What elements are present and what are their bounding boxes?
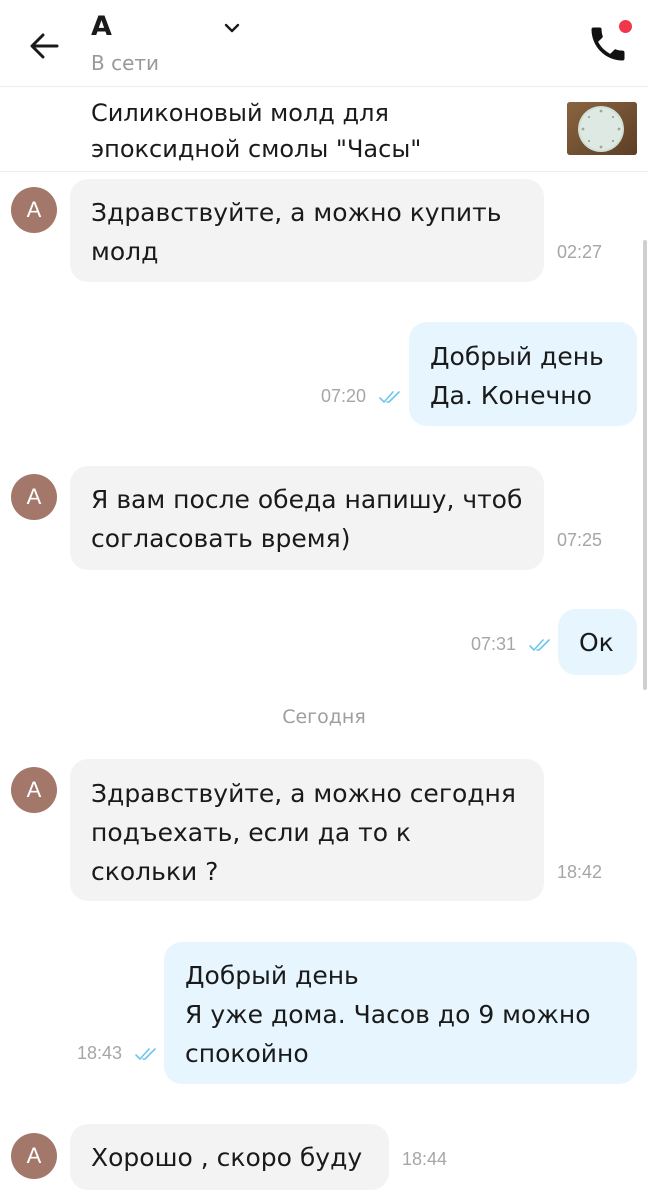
message-text: Здравствуйте, а можно сегодня подъехать,… xyxy=(91,779,516,886)
read-ticks-icon xyxy=(529,639,550,651)
sender-avatar[interactable]: А xyxy=(11,187,57,233)
listing-banner[interactable]: Силиконовый молд для эпоксидной смолы "Ч… xyxy=(0,87,648,172)
message-time: 18:44 xyxy=(402,1149,448,1169)
sender-avatar[interactable]: А xyxy=(11,474,57,520)
message-time: 07:31 xyxy=(471,634,517,654)
sender-avatar[interactable]: А xyxy=(11,767,57,813)
chat-header: А В сети xyxy=(0,0,648,87)
read-ticks-icon xyxy=(379,391,400,403)
contact-status: В сети xyxy=(91,51,160,75)
message-time: 07:20 xyxy=(321,386,367,406)
message-time: 18:42 xyxy=(557,862,603,882)
message-text: Ок xyxy=(579,628,614,657)
message-text: Добрый день Я уже дома. Часов до 9 можно… xyxy=(185,961,591,1068)
date-separator: Сегодня xyxy=(282,706,366,728)
arrow-left-icon xyxy=(30,33,59,59)
message-text: Здравствуйте, а можно купить молд xyxy=(91,198,502,266)
listing-title[interactable]: Силиконовый молд для эпоксидной смолы "Ч… xyxy=(91,95,531,167)
message-time: 02:27 xyxy=(557,242,603,262)
sender-avatar[interactable]: А xyxy=(11,1133,57,1179)
message-time: 18:43 xyxy=(77,1043,123,1063)
message-text: Я вам после обеда напишу, чтоб согласова… xyxy=(91,485,523,553)
read-ticks-icon xyxy=(135,1048,156,1060)
back-button[interactable] xyxy=(24,26,64,66)
listing-thumbnail[interactable] xyxy=(567,102,637,155)
chat-screen: А В сети Силиконовый молд для эпоксидной… xyxy=(0,0,648,1200)
message-text: Добрый день Да. Конечно xyxy=(430,342,604,410)
chevron-down-icon[interactable] xyxy=(222,18,242,38)
scrollbar[interactable] xyxy=(643,240,647,690)
online-indicator-dot xyxy=(619,20,632,33)
message-time: 07:25 xyxy=(557,530,603,550)
message-text: Хорошо , скоро буду xyxy=(91,1143,363,1172)
clock-mold-image xyxy=(567,102,637,155)
contact-name[interactable]: А xyxy=(91,10,112,44)
